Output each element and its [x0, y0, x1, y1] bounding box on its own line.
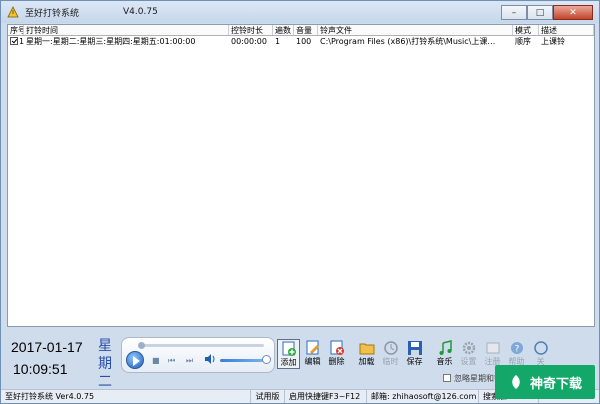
load-button[interactable]: 加载: [355, 339, 378, 369]
column-header-no[interactable]: 序号: [8, 25, 24, 35]
volume-icon[interactable]: [204, 353, 216, 368]
edit-icon: [306, 340, 319, 355]
leaf-icon: [512, 375, 520, 389]
row-time: 星期一:星期二:星期三:星期四:星期五:01:00:00: [26, 37, 196, 46]
watermark: 神奇下载: [495, 365, 595, 399]
status-edition: 试用版: [251, 390, 285, 403]
weekday-line-1: 星期: [98, 338, 112, 372]
column-header-volume[interactable]: 音量: [294, 25, 318, 35]
schedule-list[interactable]: 序号 打铃时间 控铃时长 遍数 音量 铃声文件 模式 描述 1 星期一:星期二:…: [7, 24, 595, 327]
column-header-desc[interactable]: 描述: [539, 25, 594, 35]
column-header-mode[interactable]: 模式: [513, 25, 539, 35]
column-header-duration[interactable]: 控铃时长: [229, 25, 273, 35]
temporary-button[interactable]: 临时: [379, 339, 402, 369]
bell-icon: [7, 6, 19, 18]
row-volume: 100: [296, 37, 312, 46]
add-label: 添加: [280, 358, 297, 367]
stop-icon[interactable]: ■: [152, 356, 160, 365]
row-repeat: 1: [275, 37, 281, 46]
volume-slider[interactable]: [220, 359, 266, 362]
seek-handle[interactable]: [138, 342, 145, 349]
window-version: V4.0.75: [123, 7, 158, 17]
status-app: 至好打铃系统 Ver4.0.75: [1, 390, 251, 403]
svg-text:?: ?: [514, 345, 519, 355]
next-icon[interactable]: ⏭: [186, 356, 193, 366]
media-player: ■ ⏮ ⏭: [121, 337, 275, 373]
edit-button[interactable]: 编辑: [301, 339, 324, 369]
minimize-button[interactable]: –: [501, 5, 527, 20]
gear-icon: [462, 341, 475, 355]
list-header: 序号 打铃时间 控铃时长 遍数 音量 铃声文件 模式 描述: [8, 25, 594, 36]
music-label: 音乐: [436, 357, 453, 366]
status-email: 邮箱: zhihaosoft@126.com: [367, 390, 479, 403]
folder-icon: [359, 343, 374, 355]
row-checkbox[interactable]: [10, 37, 18, 45]
current-weekday: 星期 二: [95, 337, 115, 391]
window-title: 至好打铃系统: [25, 8, 80, 19]
add-button[interactable]: 添加: [277, 339, 300, 369]
current-date: 2017-01-17: [11, 339, 83, 355]
settings-label: 设置: [460, 357, 477, 366]
help-icon: ?: [510, 342, 523, 355]
clock-display: 2017-01-17 10:09:51: [11, 339, 97, 377]
close-icon: [533, 341, 548, 355]
delete-button[interactable]: 删除: [325, 339, 348, 369]
current-time: 10:09:51: [13, 361, 68, 377]
settings-button[interactable]: 设置: [457, 339, 480, 369]
music-button[interactable]: 音乐: [433, 339, 456, 369]
row-file: C:\Program Files (x86)\打铃系统\Music\上课…: [320, 37, 496, 46]
column-header-file[interactable]: 铃声文件: [318, 25, 513, 35]
save-icon: [407, 341, 422, 355]
maximize-button[interactable]: □: [527, 5, 553, 20]
register-icon: [486, 342, 499, 354]
row-desc: 上课铃: [541, 37, 565, 46]
watermark-text: 神奇下载: [529, 376, 582, 392]
save-button[interactable]: 保存: [403, 339, 426, 369]
add-icon: [282, 341, 296, 356]
row-no-cell: 1: [8, 36, 24, 47]
save-label: 保存: [406, 357, 423, 366]
play-button[interactable]: [126, 351, 144, 369]
row-duration: 00:00:00: [231, 37, 267, 46]
delete-label: 删除: [328, 357, 345, 366]
ignore-weekday-checkbox[interactable]: [443, 374, 451, 382]
edit-label: 编辑: [304, 357, 321, 366]
column-header-time[interactable]: 打铃时间: [24, 25, 229, 35]
seek-bar[interactable]: [138, 342, 264, 349]
table-row[interactable]: 1 星期一:星期二:星期三:星期四:星期五:01:00:00 00:00:00 …: [8, 36, 594, 47]
close-button[interactable]: ✕: [553, 5, 593, 20]
main-window: 至好打铃系统 V4.0.75 – □ ✕ 序号 打铃时间 控铃时长 遍数 音量 …: [0, 0, 600, 404]
music-icon: [439, 340, 452, 355]
row-mode: 顺序: [515, 37, 531, 46]
temporary-icon: [383, 341, 398, 355]
volume-handle[interactable]: [262, 355, 271, 364]
column-header-repeat[interactable]: 遍数: [273, 25, 294, 35]
status-hotkey: 启用快捷键F3~F12: [285, 390, 367, 403]
delete-icon: [330, 340, 344, 355]
temporary-label: 临时: [382, 357, 399, 366]
title-bar[interactable]: 至好打铃系统 V4.0.75 – □ ✕: [1, 1, 599, 23]
ignore-weekday-option[interactable]: 忽略星期和钟: [443, 373, 502, 384]
previous-icon[interactable]: ⏮: [168, 356, 175, 366]
load-label: 加载: [358, 357, 375, 366]
